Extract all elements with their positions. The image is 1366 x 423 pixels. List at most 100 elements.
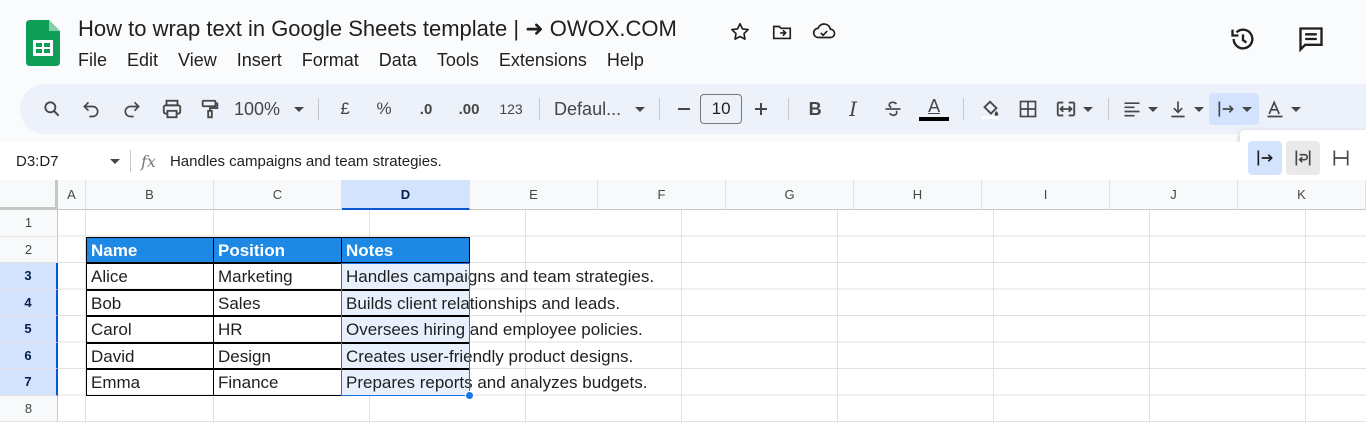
cloud-saved-icon[interactable] [812,20,836,44]
menu-data[interactable]: Data [369,48,427,72]
fill-color-icon[interactable] [972,93,1008,125]
paint-format-icon[interactable] [192,93,228,125]
menu-format[interactable]: Format [292,48,369,72]
strikethrough-icon[interactable] [873,93,913,125]
col-header-d[interactable]: D [342,180,470,210]
table-header-name[interactable]: Name [86,236,214,263]
fill-handle[interactable] [465,391,474,400]
formula-input[interactable]: Handles campaigns and team strategies. [170,153,442,170]
table-cell[interactable]: David [86,342,214,369]
col-header-g[interactable]: G [726,180,854,210]
col-header-k[interactable]: K [1238,180,1366,210]
table-cell[interactable]: Marketing [213,263,342,290]
font-select[interactable]: Defaul... [548,99,651,120]
vertical-align-button[interactable] [1163,93,1209,125]
wrap-wrap-option[interactable] [1286,141,1320,175]
print-icon[interactable] [152,93,192,125]
decrease-decimal-label: .0 [419,100,433,118]
table-cell[interactable]: Design [213,342,342,369]
overflow-icon [1257,150,1273,166]
font-size-input[interactable]: 10 [700,94,743,124]
table-cell[interactable]: Bob [86,289,214,316]
col-header-h[interactable]: H [854,180,982,210]
increase-decimal-button[interactable]: .00 [447,93,491,125]
table-cell[interactable]: Oversees hiring and employee policies. [341,316,643,343]
wrap-icon [1295,150,1311,166]
table-cell[interactable]: Alice [86,263,214,290]
menu-tools[interactable]: Tools [427,48,489,72]
col-header-f[interactable]: F [598,180,726,210]
toolbar-divider [788,98,790,120]
chevron-down-icon [294,106,305,112]
row-header-6[interactable]: 6 [0,342,58,369]
decrease-font-size-icon[interactable] [668,93,700,125]
text-rotation-button[interactable] [1259,93,1307,125]
col-header-i[interactable]: I [982,180,1110,210]
table-cell[interactable]: HR [213,316,342,343]
number-format-button[interactable]: 123 [491,93,531,125]
row-header-4[interactable]: 4 [0,289,58,316]
bold-button[interactable]: B [797,93,833,125]
wrap-overflow-option[interactable] [1248,141,1282,175]
search-menus-icon[interactable] [34,93,70,125]
history-icon[interactable] [1228,24,1258,54]
menu-view[interactable]: View [168,48,227,72]
col-header-j[interactable]: J [1110,180,1238,210]
table-cell[interactable]: Creates user-friendly product designs. [341,342,633,369]
table-cell[interactable]: Finance [213,369,342,396]
borders-icon[interactable] [1008,93,1048,125]
name-box[interactable]: D3:D7 [0,153,130,170]
table-cell[interactable]: Carol [86,316,214,343]
undo-icon[interactable] [70,93,112,125]
row-header-7[interactable]: 7 [0,369,58,396]
col-header-b[interactable]: B [86,180,214,210]
menu-help[interactable]: Help [597,48,654,72]
menu-file[interactable]: File [78,48,117,72]
decrease-decimal-button[interactable]: .0 [405,93,447,125]
comments-icon[interactable] [1296,24,1326,54]
table-cell[interactable]: Prepares reports and analyzes budgets. [341,369,647,396]
zoom-select[interactable]: 100% [228,99,310,120]
formula-bar: D3:D7 fx Handles campaigns and team stra… [0,142,1240,180]
move-folder-icon[interactable] [770,20,794,44]
table-cell[interactable]: Sales [213,289,342,316]
toolbar-divider [659,98,661,120]
menu-bar: File Edit View Insert Format Data Tools … [78,48,654,72]
increase-font-size-icon[interactable] [742,93,780,125]
col-header-e[interactable]: E [470,180,598,210]
chevron-down-icon [635,106,646,112]
text-wrapping-button[interactable] [1209,93,1260,125]
select-all-corner[interactable] [0,180,58,210]
row-header-1[interactable]: 1 [0,210,58,237]
toolbar-divider [318,98,320,120]
star-icon[interactable] [728,20,752,44]
percent-button[interactable]: % [363,93,405,125]
formula-divider [130,150,131,172]
row-header-2[interactable]: 2 [0,236,58,263]
row-header-5[interactable]: 5 [0,316,58,343]
italic-button[interactable]: I [833,93,873,125]
row-header-3[interactable]: 3 [0,263,58,290]
table-header-position[interactable]: Position [213,236,342,263]
menu-edit[interactable]: Edit [117,48,168,72]
sheets-logo-icon[interactable] [26,20,60,66]
table-cell[interactable]: Builds client relationships and leads. [341,289,620,316]
name-box-value: D3:D7 [16,152,59,170]
align-left-icon [1124,102,1140,117]
wrap-clip-option[interactable] [1324,141,1358,175]
chevron-down-icon [1291,106,1302,112]
text-color-button[interactable]: A [913,93,955,125]
redo-icon[interactable] [112,93,152,125]
table-cell[interactable]: Emma [86,369,214,396]
horizontal-align-button[interactable] [1117,93,1163,125]
row-header-8[interactable]: 8 [0,395,58,422]
document-title[interactable]: How to wrap text in Google Sheets templa… [78,16,677,42]
currency-button[interactable]: £ [327,93,363,125]
menu-insert[interactable]: Insert [227,48,292,72]
col-header-c[interactable]: C [214,180,342,210]
menu-extensions[interactable]: Extensions [489,48,597,72]
merge-cells-button[interactable] [1048,93,1100,125]
table-cell[interactable]: Handles campaigns and team strategies. [341,263,654,290]
col-header-a[interactable]: A [58,180,86,210]
table-header-notes[interactable]: Notes [341,236,470,263]
